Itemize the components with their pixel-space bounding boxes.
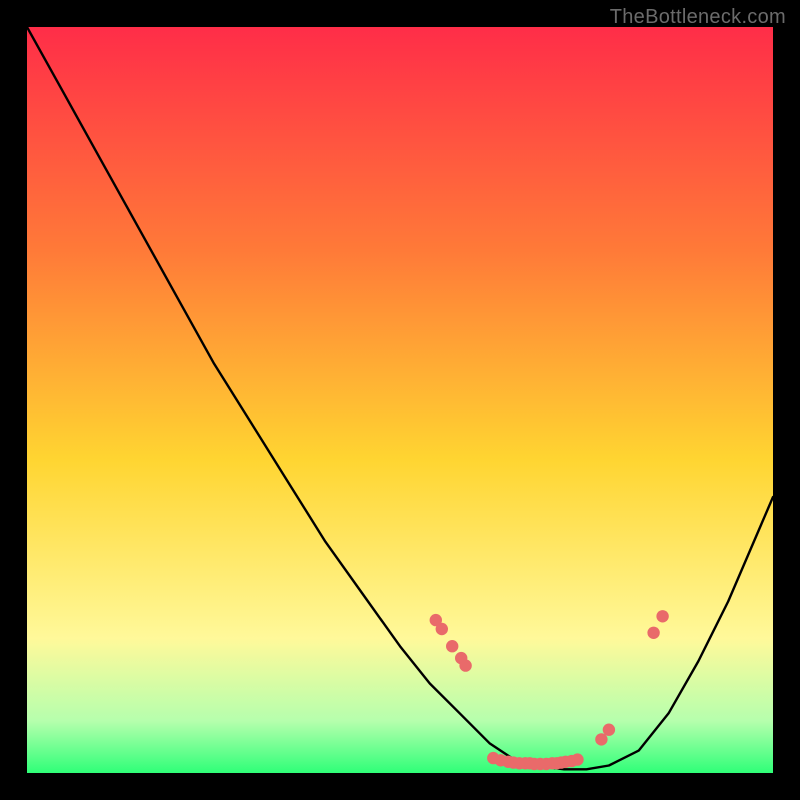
load-point-marker	[436, 623, 448, 635]
plot-area	[27, 27, 773, 773]
chart-stage: TheBottleneck.com	[0, 0, 800, 800]
load-point-marker	[459, 659, 471, 671]
load-point-marker	[446, 640, 458, 652]
plot-svg	[27, 27, 773, 773]
gradient-background	[27, 27, 773, 773]
watermark-text: TheBottleneck.com	[610, 6, 786, 29]
load-point-marker	[647, 627, 659, 639]
load-point-marker	[603, 724, 615, 736]
load-point-marker	[656, 610, 668, 622]
load-point-marker	[595, 733, 607, 745]
load-point-marker	[571, 753, 583, 765]
